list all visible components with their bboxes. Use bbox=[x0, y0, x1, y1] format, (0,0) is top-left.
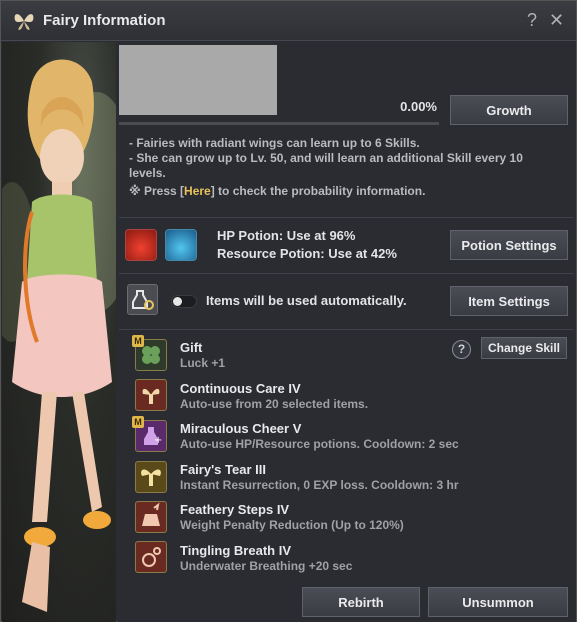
potion-gear-icon bbox=[127, 284, 158, 315]
help-button[interactable]: ? bbox=[527, 10, 537, 31]
skill-description: Luck +1 bbox=[180, 356, 226, 370]
description-line-3: levels. bbox=[129, 166, 166, 180]
skill-description: Auto-use from 20 selected items. bbox=[180, 397, 369, 411]
probability-prefix: ※ Press [ bbox=[129, 184, 185, 198]
fairy-icon bbox=[135, 379, 167, 411]
description-line-1: - Fairies with radiant wings can learn u… bbox=[129, 136, 420, 150]
toggle-knob bbox=[173, 297, 182, 306]
hp-potion-setting: HP Potion: Use at 96% bbox=[217, 228, 356, 243]
skill-name: Feathery Steps IV bbox=[180, 502, 290, 517]
unsummon-button[interactable]: Unsummon bbox=[428, 587, 568, 617]
fairy-information-window: Fairy Information ? ✕ 1h 5m 0.00% Growth… bbox=[0, 0, 577, 622]
mythic-badge: M bbox=[132, 335, 144, 347]
change-skill-button[interactable]: Change Skill bbox=[481, 337, 567, 359]
resource-potion-setting: Resource Potion: Use at 42% bbox=[217, 246, 397, 261]
blue-potion-icon bbox=[165, 229, 197, 261]
skill-name: Continuous Care IV bbox=[180, 381, 301, 396]
divider bbox=[119, 273, 574, 274]
potion-settings-button[interactable]: Potion Settings bbox=[450, 230, 568, 260]
skill-description: Instant Resurrection, 0 EXP loss. Cooldo… bbox=[180, 478, 459, 492]
auto-use-label: Items will be used automatically. bbox=[206, 293, 407, 308]
window-title: Fairy Information bbox=[43, 12, 166, 29]
skill-name: Gift bbox=[180, 340, 203, 355]
close-button[interactable]: ✕ bbox=[549, 10, 564, 31]
skill-description: Underwater Breathing +20 sec bbox=[180, 559, 353, 573]
info-panel bbox=[117, 42, 576, 622]
skill-description: Auto-use HP/Resource potions. Cooldown: … bbox=[180, 437, 459, 451]
fairy-portrait bbox=[2, 42, 116, 622]
rebirth-button[interactable]: Rebirth bbox=[302, 587, 420, 617]
butterfly-icon bbox=[13, 11, 35, 31]
skill-name: Fairy's Tear III bbox=[180, 462, 266, 477]
auto-use-toggle[interactable] bbox=[171, 295, 197, 308]
mythic-badge: M bbox=[132, 416, 144, 428]
skill-name: Miraculous Cheer V bbox=[180, 421, 302, 436]
divider bbox=[119, 329, 574, 330]
probability-notice: ※ Press [Here] to check the probability … bbox=[129, 184, 425, 199]
title-bar[interactable]: Fairy Information ? ✕ bbox=[1, 1, 576, 41]
angel-wings-icon bbox=[135, 461, 167, 493]
growth-progress-bar bbox=[119, 122, 439, 125]
probability-here-link[interactable]: Here bbox=[184, 184, 211, 198]
growth-percent: 0.00% bbox=[400, 99, 437, 114]
item-settings-button[interactable]: Item Settings bbox=[450, 286, 568, 316]
weight-icon bbox=[135, 501, 167, 533]
probability-suffix: ] to check the probability information. bbox=[210, 184, 426, 198]
bubbles-icon bbox=[135, 541, 167, 573]
growth-button[interactable]: Growth bbox=[450, 95, 568, 125]
svg-text:+: + bbox=[154, 435, 162, 446]
skill-help-button[interactable]: ? bbox=[452, 340, 471, 359]
divider bbox=[119, 217, 574, 218]
skill-name: Tingling Breath IV bbox=[180, 543, 291, 558]
skill-description: Weight Penalty Reduction (Up to 120%) bbox=[180, 518, 404, 532]
fairy-name-placeholder bbox=[119, 45, 277, 115]
red-potion-icon bbox=[125, 229, 157, 261]
description-line-2: - She can grow up to Lv. 50, and will le… bbox=[129, 151, 523, 165]
